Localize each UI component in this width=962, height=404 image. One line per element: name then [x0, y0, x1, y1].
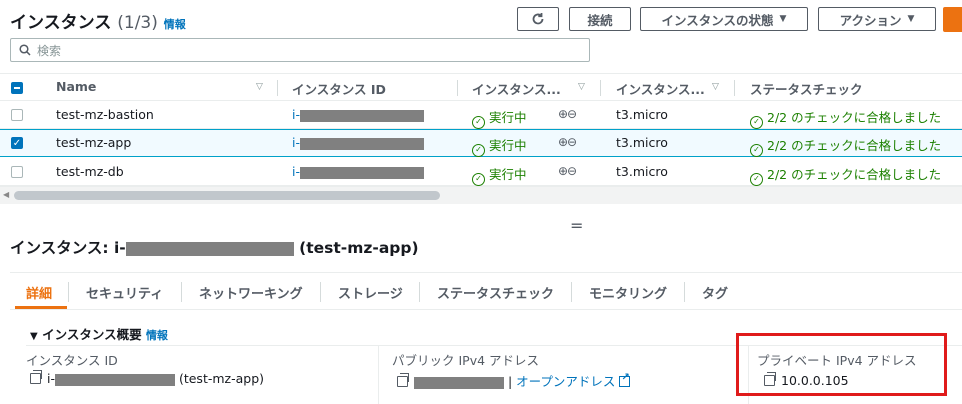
launch-instance-button[interactable]	[943, 7, 962, 32]
tab-details[interactable]: 詳細	[26, 283, 52, 302]
active-tab-indicator	[15, 306, 67, 309]
row-type: t3.micro	[616, 107, 668, 122]
row-name: test-mz-app	[56, 135, 132, 150]
instance-state-dropdown[interactable]: インスタンスの状態 ▼	[640, 7, 808, 31]
section-title: インスタンス概要	[42, 327, 142, 342]
open-address-link[interactable]: オープンアドレス	[516, 374, 615, 389]
row-state: ✓ 実行中	[472, 164, 527, 186]
instance-state-label: インスタンスの状態	[661, 12, 774, 28]
selection-count: (1/3)	[117, 13, 158, 33]
copy-icon[interactable]	[30, 370, 42, 384]
tab-security[interactable]: セキュリティ	[86, 283, 163, 302]
tab-storage[interactable]: ストレージ	[338, 283, 403, 302]
scroll-left-icon[interactable]: ◀	[3, 190, 9, 199]
row-state: ✓ 実行中	[472, 107, 527, 129]
connect-label: 接続	[587, 12, 613, 28]
row-checkbox[interactable]: ✓	[11, 137, 23, 149]
table-header: Name ▽ インスタンス ID インスタンス... ▽ インスタンス... ▽…	[0, 73, 962, 101]
row-instance-id[interactable]: i-	[292, 164, 424, 179]
row-name: test-mz-bastion	[56, 107, 154, 122]
sort-icon[interactable]: ▽	[256, 82, 263, 92]
row-status-check: ✓ 2/2 のチェックに合格しました	[750, 164, 941, 186]
row-status-check: ✓ 2/2 のチェックに合格しました	[750, 107, 941, 129]
check-circle-icon: ✓	[750, 116, 763, 129]
info-link[interactable]: 情報	[164, 18, 186, 31]
row-instance-id[interactable]: i-	[292, 135, 424, 150]
tab-tags[interactable]: タグ	[702, 283, 728, 302]
instance-summary-header[interactable]: ▼ インスタンス概要 情報	[30, 324, 168, 343]
instance-id-label: インスタンス ID	[26, 353, 118, 368]
column-name[interactable]: Name	[56, 79, 96, 94]
check-circle-icon: ✓	[750, 144, 763, 157]
instance-id-value: i- (test-mz-app)	[30, 370, 264, 386]
actions-dropdown[interactable]: アクション ▼	[818, 7, 936, 31]
connect-button[interactable]: 接続	[569, 7, 631, 31]
column-instance-state[interactable]: インスタンス...	[472, 79, 561, 98]
detail-tabs: 詳細 セキュリティ ネットワーキング ストレージ ステータスチェック モニタリン…	[10, 272, 962, 310]
search-input[interactable]: 検索	[10, 38, 590, 62]
row-checkbox[interactable]	[11, 109, 23, 121]
row-type: t3.micro	[616, 135, 668, 150]
horizontal-scrollbar[interactable]: ◀	[0, 186, 962, 204]
sort-icon[interactable]: ▽	[578, 82, 585, 92]
public-ipv4-value: | オープンアドレス	[397, 371, 631, 390]
external-link-icon[interactable]	[619, 372, 631, 387]
detail-title: インスタンス: i- (test-mz-app)	[10, 239, 419, 257]
row-instance-id[interactable]: i-	[292, 107, 424, 122]
refresh-icon	[532, 13, 544, 25]
public-ipv4-label: パブリック IPv4 アドレス	[392, 353, 540, 368]
zoom-icons[interactable]: ⊕⊖	[558, 107, 577, 121]
column-status-check[interactable]: ステータスチェック	[750, 79, 863, 98]
actions-label: アクション	[839, 12, 902, 28]
resize-handle-icon[interactable]: =	[570, 216, 583, 235]
scrollbar-thumb[interactable]	[14, 191, 440, 200]
check-circle-icon: ✓	[472, 116, 485, 129]
search-icon	[19, 44, 31, 56]
caret-down-icon: ▼	[907, 14, 915, 24]
tab-status-checks[interactable]: ステータスチェック	[437, 283, 554, 302]
row-type: t3.micro	[616, 164, 668, 179]
info-link[interactable]: 情報	[146, 329, 168, 342]
zoom-icons[interactable]: ⊕⊖	[558, 164, 577, 178]
select-all-checkbox[interactable]	[11, 82, 23, 94]
tab-monitoring[interactable]: モニタリング	[589, 283, 667, 302]
refresh-button[interactable]	[517, 7, 559, 31]
column-instance-type[interactable]: インスタンス...	[616, 79, 705, 98]
title-text: インスタンス	[10, 13, 112, 33]
row-status-check: ✓ 2/2 のチェックに合格しました	[750, 135, 941, 157]
highlight-box	[736, 333, 947, 396]
column-instance-id[interactable]: インスタンス ID	[292, 79, 386, 98]
page-title: インスタンス (1/3) 情報	[10, 8, 186, 33]
search-placeholder: 検索	[37, 43, 62, 58]
caret-down-icon: ▼	[779, 14, 787, 24]
row-name: test-mz-db	[56, 164, 124, 179]
table-row[interactable]: test-mz-bastion i- ✓ 実行中 ⊕⊖ t3.micro ✓ 2/2…	[0, 101, 962, 129]
sort-icon[interactable]: ▽	[712, 82, 719, 92]
caret-down-icon: ▼	[30, 331, 38, 342]
table-row[interactable]: test-mz-db i- ✓ 実行中 ⊕⊖ t3.micro ✓ 2/2 のチェッ…	[0, 158, 962, 186]
row-checkbox[interactable]	[11, 166, 23, 178]
zoom-icons[interactable]: ⊕⊖	[558, 135, 577, 149]
tab-networking[interactable]: ネットワーキング	[199, 283, 303, 302]
check-circle-icon: ✓	[472, 144, 485, 157]
table-row-selected[interactable]: ✓ test-mz-app i- ✓ 実行中 ⊕⊖ t3.micro ✓ 2/2 の…	[0, 129, 962, 157]
check-circle-icon: ✓	[472, 173, 485, 186]
copy-icon[interactable]	[397, 373, 409, 387]
row-state: ✓ 実行中	[472, 135, 527, 157]
check-circle-icon: ✓	[750, 173, 763, 186]
